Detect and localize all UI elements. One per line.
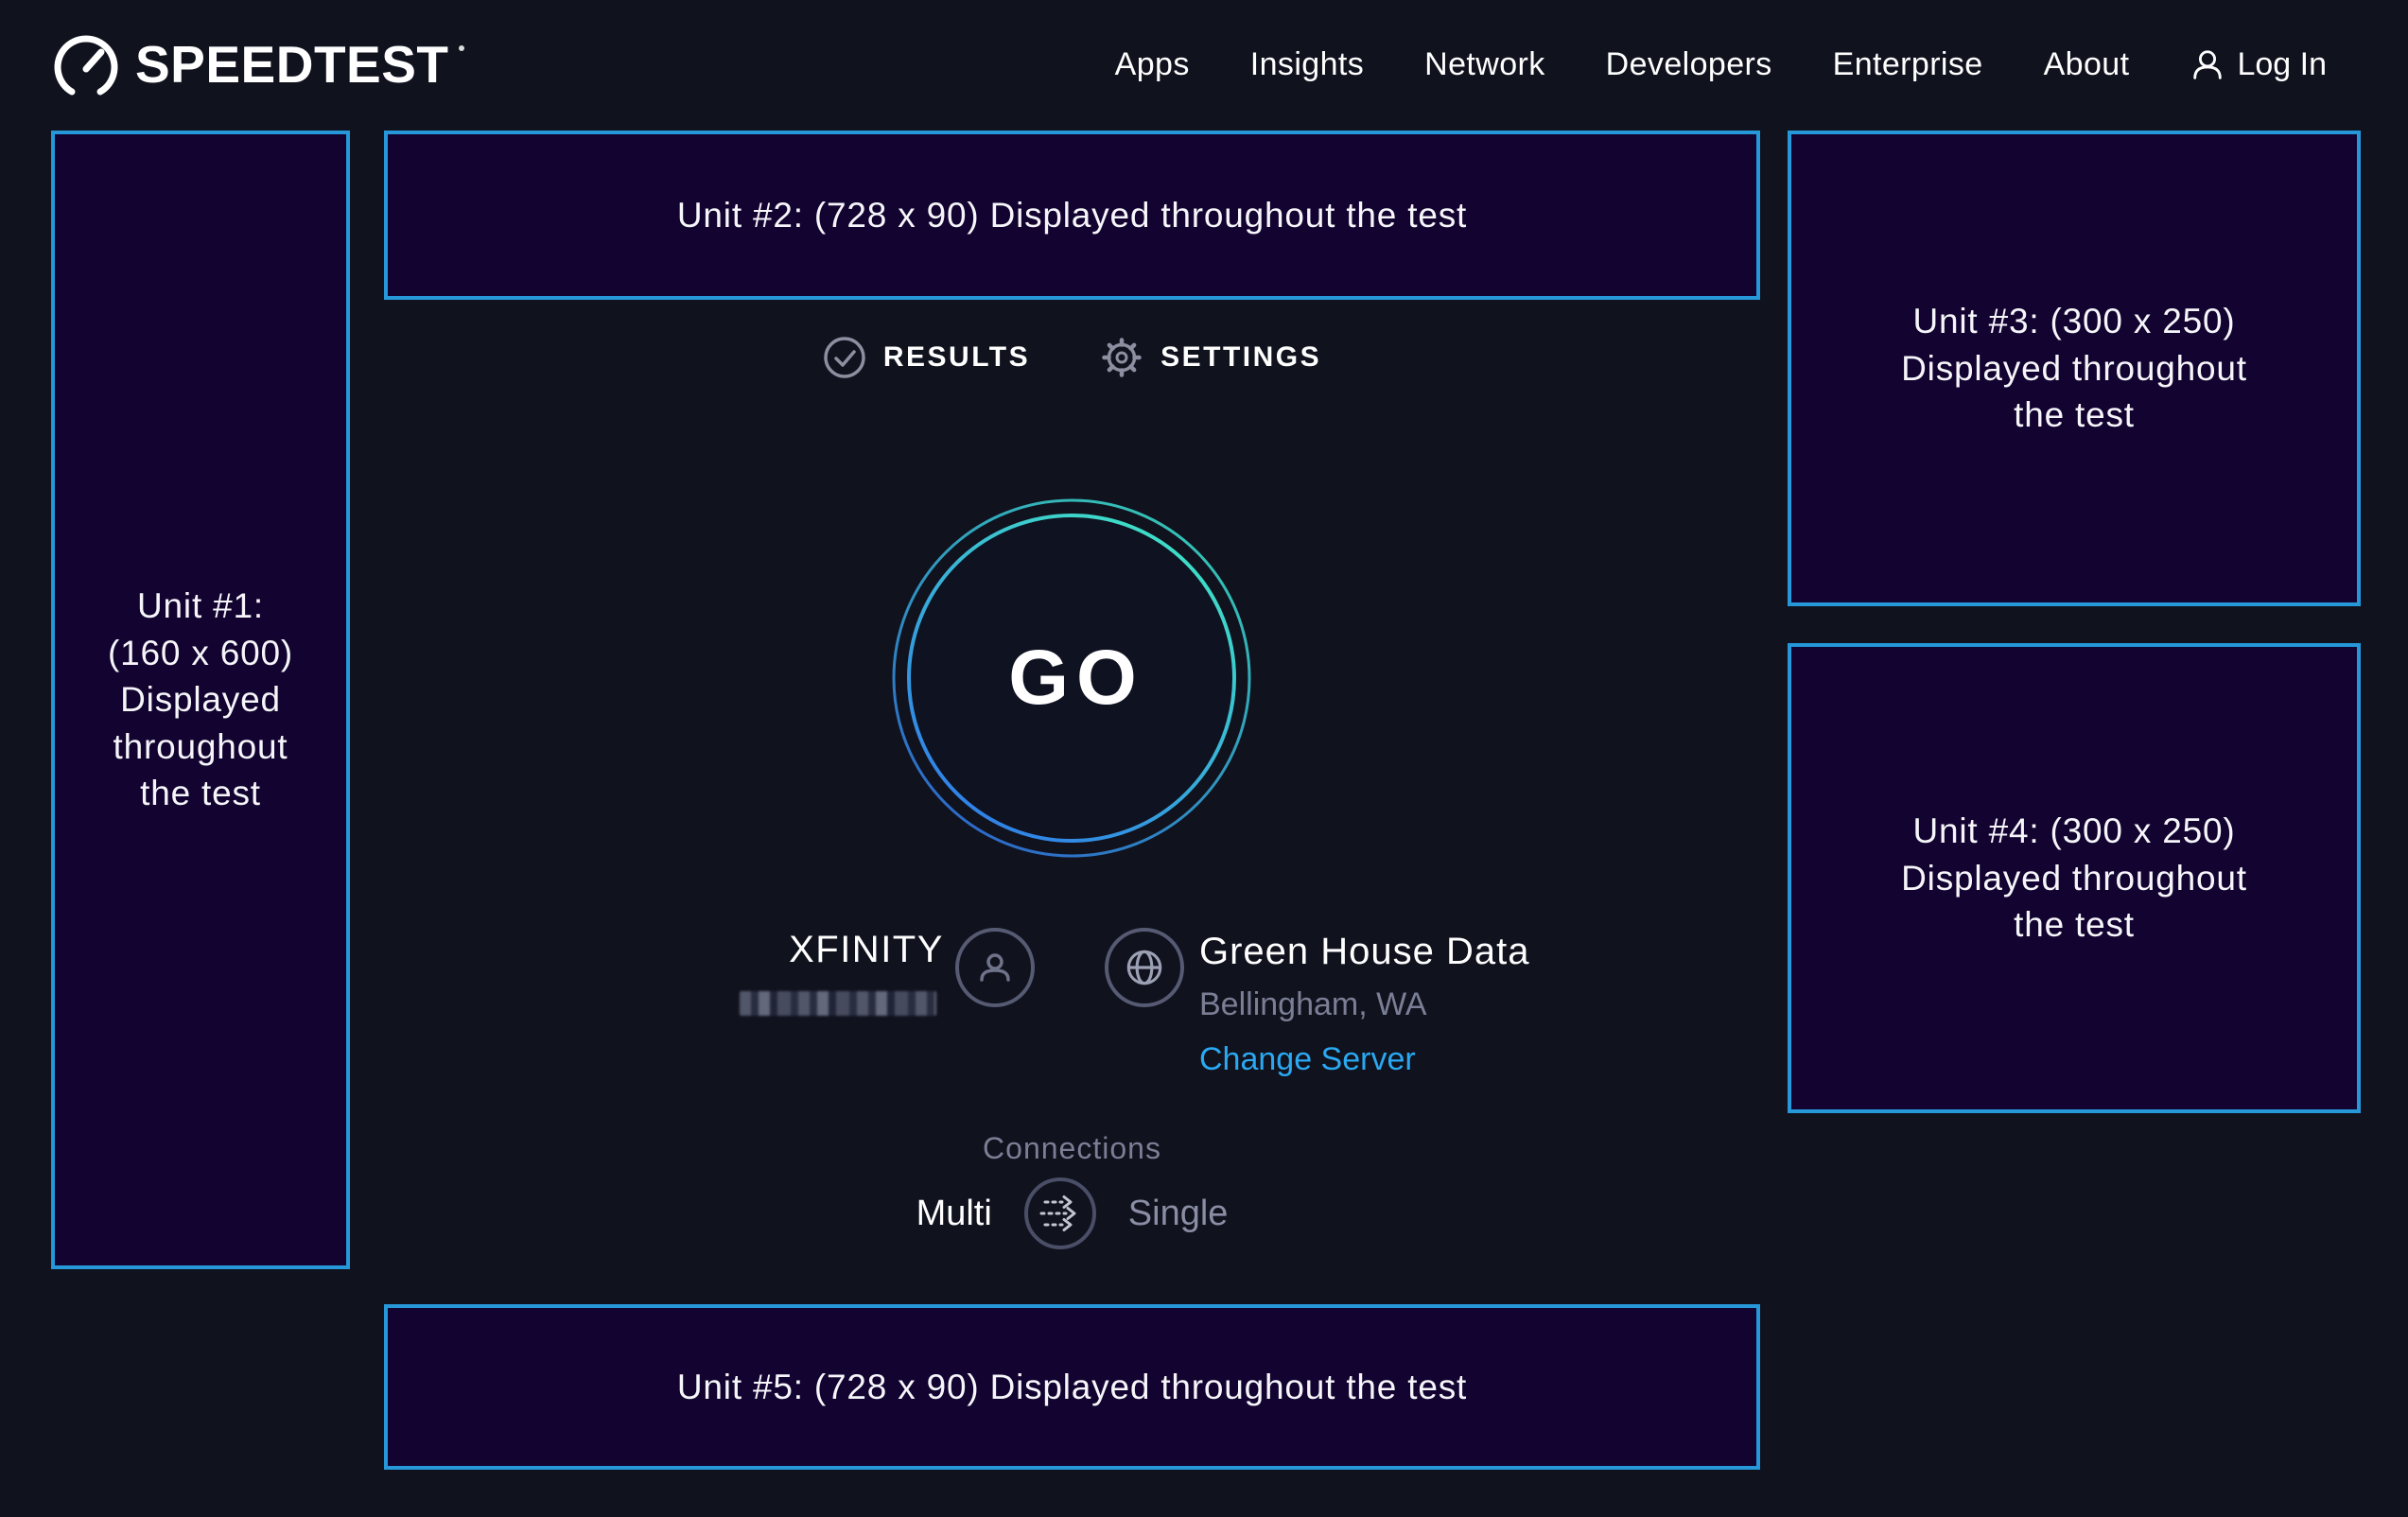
ad-text-line: Unit #2: (728 x 90) Displayed throughout…: [677, 192, 1467, 239]
nav-about[interactable]: About: [2044, 46, 2130, 83]
nav-insights[interactable]: Insights: [1250, 46, 1364, 83]
logo-wordmark: SPEEDTEST: [135, 39, 449, 91]
ad-text-line: the test: [2014, 392, 2135, 439]
isp-icon-circle: [955, 928, 1035, 1007]
nav-network[interactable]: Network: [1424, 46, 1545, 83]
ad-text-line: Unit #1:: [137, 583, 264, 630]
speedtest-logo[interactable]: SPEEDTEST: [52, 31, 470, 99]
person-icon: [974, 947, 1016, 988]
change-server-link[interactable]: Change Server: [1199, 1041, 1530, 1078]
server-icon-circle: [1105, 928, 1184, 1007]
ad-text-line: throughout: [113, 724, 288, 771]
ad-text-line: Displayed throughout: [1901, 855, 2247, 902]
ad-unit-5[interactable]: Unit #5: (728 x 90) Displayed throughout…: [384, 1304, 1760, 1470]
check-circle-icon: [823, 336, 866, 379]
ad-text-line: Unit #3: (300 x 250): [1913, 298, 2236, 345]
login-button[interactable]: Log In: [2190, 46, 2327, 83]
tab-results[interactable]: RESULTS: [823, 336, 1030, 379]
connections-multi-option[interactable]: Multi: [916, 1194, 992, 1234]
ad-unit-1[interactable]: Unit #1: (160 x 600) Displayed throughou…: [51, 131, 350, 1269]
server-name: Green House Data: [1199, 930, 1530, 973]
connections-toggle-row: Multi Single: [384, 1177, 1760, 1249]
server-info: Green House Data Bellingham, WA Change S…: [1199, 930, 1530, 1078]
tab-settings[interactable]: SETTINGS: [1100, 336, 1321, 379]
go-label: GO: [891, 497, 1252, 859]
ad-text-line: Unit #5: (728 x 90) Displayed throughout…: [677, 1364, 1467, 1411]
censored-ip-address: [740, 991, 936, 1016]
go-button[interactable]: GO: [891, 497, 1252, 859]
connections-heading: Connections: [384, 1131, 1760, 1166]
ad-text-line: the test: [140, 770, 261, 817]
connections-toggle-button[interactable]: [1024, 1177, 1096, 1249]
ad-text-line: Displayed throughout: [1901, 345, 2247, 392]
server-location: Bellingham, WA: [1199, 986, 1530, 1023]
nav-developers[interactable]: Developers: [1606, 46, 1772, 83]
user-icon: [2190, 47, 2225, 83]
ad-text-line: (160 x 600): [108, 630, 293, 677]
login-label: Log In: [2237, 46, 2327, 83]
gauge-logo-icon: [52, 31, 120, 99]
ad-unit-2[interactable]: Unit #2: (728 x 90) Displayed throughout…: [384, 131, 1760, 300]
ad-text-line: Unit #4: (300 x 250): [1913, 808, 2236, 855]
gear-icon: [1100, 336, 1143, 379]
tab-results-label: RESULTS: [883, 341, 1030, 374]
ad-unit-4[interactable]: Unit #4: (300 x 250) Displayed throughou…: [1788, 643, 2361, 1113]
ad-unit-3[interactable]: Unit #3: (300 x 250) Displayed throughou…: [1788, 131, 2361, 606]
main-nav: Apps Insights Network Developers Enterpr…: [1115, 0, 2327, 130]
ad-text-line: Displayed: [120, 676, 281, 724]
tab-settings-label: SETTINGS: [1160, 341, 1321, 374]
nav-enterprise[interactable]: Enterprise: [1833, 46, 1983, 83]
tabs-row: RESULTS SETTINGS: [384, 336, 1760, 379]
header: SPEEDTEST Apps Insights Network Develope…: [0, 0, 2408, 130]
multi-connection-arrows-icon: [1038, 1194, 1082, 1233]
speedtest-page: SPEEDTEST Apps Insights Network Develope…: [0, 0, 2408, 1517]
globe-icon: [1123, 946, 1166, 989]
connections-single-option[interactable]: Single: [1128, 1194, 1229, 1234]
nav-apps[interactable]: Apps: [1115, 46, 1190, 83]
trademark-dot: [459, 45, 464, 51]
ad-text-line: the test: [2014, 901, 2135, 949]
